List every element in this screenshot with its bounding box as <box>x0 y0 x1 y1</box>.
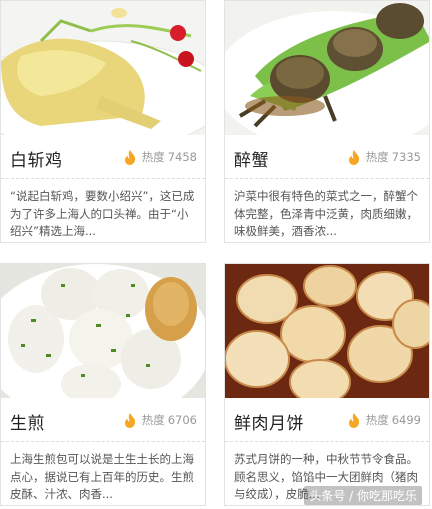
watermark: 头条号 / 你吃那吃乐 <box>304 486 422 505</box>
heat-label: 热度 <box>141 150 165 164</box>
dish-title[interactable]: 白斩鸡 <box>10 146 63 171</box>
heat-value: 6499 <box>391 413 421 427</box>
dish-title[interactable]: 生煎 <box>10 409 45 434</box>
dish-photo[interactable] <box>225 1 429 135</box>
dish-title[interactable]: 鲜肉月饼 <box>234 409 304 434</box>
heat-value: 7335 <box>391 150 421 164</box>
heat-indicator: 热度 6499 <box>348 412 421 428</box>
flame-icon <box>348 412 359 428</box>
dish-description: 上海生煎包可以说是土生土长的上海点心，据说已有上百年的历史。生煎皮酥、汁浓、肉香… <box>10 452 194 501</box>
dish-title[interactable]: 醉蟹 <box>234 146 269 171</box>
dish-photo[interactable] <box>225 264 429 398</box>
dish-photo[interactable] <box>1 264 205 398</box>
dish-card-zuixie[interactable]: 醉蟹 热度 7335 沪菜中很有特色的菜式之一，醉蟹个体完整，色泽青中泛黄，肉质… <box>224 0 430 243</box>
heat-label: 热度 <box>365 413 389 427</box>
flame-icon <box>348 149 359 165</box>
heat-label: 热度 <box>141 413 165 427</box>
dish-card-shengjian[interactable]: 生煎 热度 6706 上海生煎包可以说是土生土长的上海点心，据说已有上百年的历史… <box>0 263 206 506</box>
heat-indicator: 热度 7335 <box>348 149 421 165</box>
dish-photo[interactable] <box>1 1 205 135</box>
dish-card-xianrou-yuebing[interactable]: 鲜肉月饼 热度 6499 苏式月饼的一种，中秋节节令食品。顾名思义，馅馅中一大团… <box>224 263 430 506</box>
heat-indicator: 热度 7458 <box>124 149 197 165</box>
heat-indicator: 热度 6706 <box>124 412 197 428</box>
heat-value: 6706 <box>167 413 197 427</box>
heat-label: 热度 <box>365 150 389 164</box>
dish-description: “说起白斩鸡，要数小绍兴”，这已成为了许多上海人的口头禅。由于“小绍兴”精选上海… <box>10 189 195 238</box>
flame-icon <box>124 149 135 165</box>
dish-card-baizhanji[interactable]: 白斩鸡 热度 7458 “说起白斩鸡，要数小绍兴”，这已成为了许多上海人的口头禅… <box>0 0 206 243</box>
dish-description: 沪菜中很有特色的菜式之一，醉蟹个体完整，色泽青中泛黄，肉质细嫩，味极鲜美，酒香浓… <box>234 189 418 238</box>
heat-value: 7458 <box>167 150 197 164</box>
flame-icon <box>124 412 135 428</box>
